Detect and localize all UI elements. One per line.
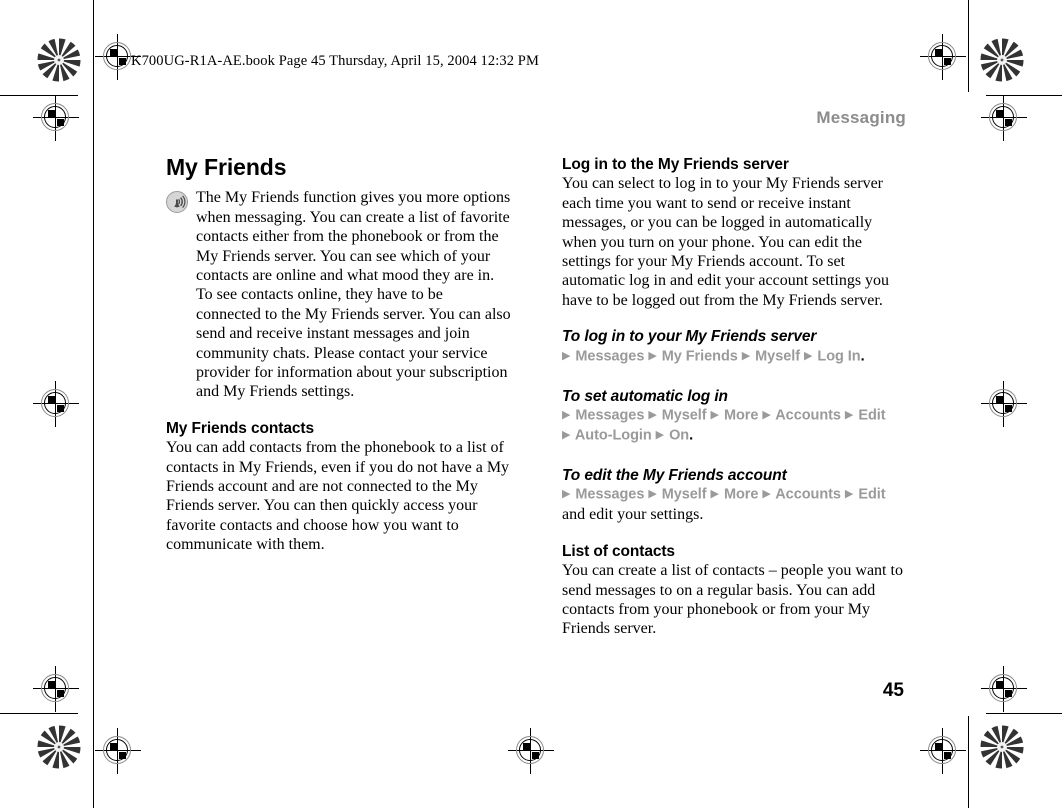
section-paragraph-log-in: You can select to log in to your My Frie… [562,175,890,309]
chevron-right-icon: ▶ [710,488,719,501]
nav-step[interactable]: Messages [575,407,644,423]
chevron-right-icon: ▶ [648,408,657,421]
chevron-right-icon: ▶ [710,408,719,421]
chevron-right-icon: ▶ [562,428,571,441]
section-heading-log-in: Log in to the My Friends server [562,156,789,173]
chevron-right-icon: ▶ [655,428,665,441]
task-heading-automatic-log-in: To set automatic log in [562,387,728,405]
section-heading-my-friends-contacts: My Friends contacts [166,419,314,437]
nav-path-terminator: . [689,427,694,444]
nav-step[interactable]: Messages [575,487,644,503]
chevron-right-icon: ▶ [648,488,657,501]
running-header-chapter: Messaging [816,108,906,127]
nav-step[interactable]: Edit [858,407,885,423]
chevron-right-icon: ▶ [648,349,657,362]
chevron-right-icon: ▶ [562,488,571,501]
nav-step[interactable]: Auto-Login [575,427,652,443]
right-column: Log in to the My Friends server You can … [562,155,910,639]
section-paragraph-list-of-contacts: You can create a list of contacts – peop… [562,562,903,638]
nav-step[interactable]: Accounts [775,407,841,423]
lead-paragraph: The My Friends function gives you more o… [196,189,511,401]
left-column: My Friends The My Friends function gives… [166,154,511,555]
nav-path-log-in: ▶ Messages ▶ My Friends ▶ Myself ▶ Log I… [562,347,910,367]
nav-step[interactable]: Myself [755,348,800,364]
task-trailing-text-edit-account: and edit your settings. [562,506,704,524]
chevron-right-icon: ▶ [762,408,771,421]
nav-step[interactable]: Edit [858,487,885,503]
page-number: 45 [882,680,904,701]
chevron-right-icon: ▶ [803,349,813,362]
lead-paragraph-block: The My Friends function gives you more o… [166,188,511,401]
nav-step[interactable]: Messages [575,348,644,364]
section-heading-list-of-contacts: List of contacts [562,542,675,560]
nav-step[interactable]: Log In [817,348,860,364]
signal-wave-icon [166,191,188,214]
nav-step[interactable]: On [669,427,689,443]
nav-step[interactable]: Myself [662,407,707,423]
chevron-right-icon: ▶ [762,488,771,501]
file-info-stamp: K700UG-R1A-AE.book Page 45 Thursday, Apr… [131,53,539,69]
task-heading-log-in: To log in to your My Friends server [562,328,817,346]
nav-path-terminator: . [860,348,865,365]
chevron-right-icon: ▶ [562,349,571,362]
page-title: My Friends [166,154,287,180]
nav-path-edit-account: ▶ Messages ▶ Myself ▶ More ▶ Accounts ▶ … [562,485,910,505]
chevron-right-icon: ▶ [844,408,854,421]
chevron-right-icon: ▶ [741,349,751,362]
nav-step[interactable]: Accounts [775,487,841,503]
chevron-right-icon: ▶ [844,488,854,501]
task-heading-edit-account: To edit the My Friends account [562,466,787,484]
nav-path-automatic-log-in: ▶ Messages ▶ Myself ▶ More ▶ Accounts ▶ … [562,406,910,446]
document-page: K700UG-R1A-AE.book Page 45 Thursday, Apr… [0,0,1062,808]
nav-step[interactable]: Myself [662,487,707,503]
nav-step[interactable]: My Friends [662,348,738,364]
chevron-right-icon: ▶ [562,408,571,421]
nav-step[interactable]: More [724,487,759,503]
nav-step[interactable]: More [724,407,759,423]
section-paragraph-my-friends-contacts: You can add contacts from the phonebook … [166,439,510,554]
